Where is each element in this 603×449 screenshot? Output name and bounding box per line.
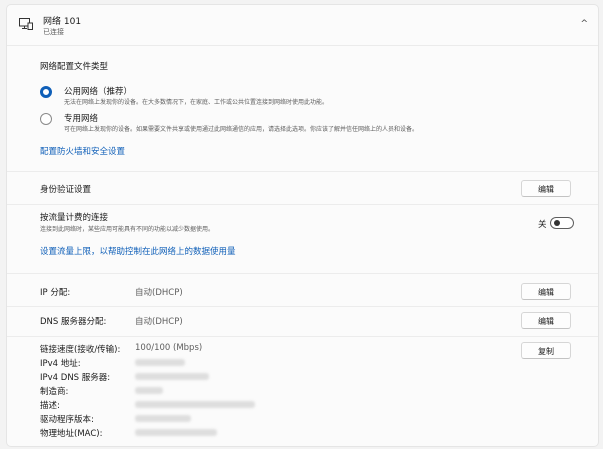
public-network-desc: 无法在网络上发现你的设备。在大多数情况下，在家庭、工作或公共位置连接到网络时使用… — [64, 99, 329, 106]
network-header[interactable]: 网络 101 已连接 ^ — [7, 5, 598, 46]
divider — [7, 336, 598, 337]
redacted-value — [135, 415, 191, 422]
redacted-value — [135, 373, 209, 380]
description-label: 描述: — [40, 401, 60, 411]
private-network-radio[interactable] — [40, 113, 52, 125]
link-speed-label: 链接速度(接收/传输): — [40, 345, 121, 355]
metered-toggle[interactable] — [550, 217, 574, 229]
redacted-value — [135, 401, 255, 408]
ipv4-address-label: IPv4 地址: — [40, 359, 81, 369]
divider — [7, 306, 598, 307]
divider — [7, 204, 598, 205]
dns-assignment-label: DNS 服务器分配: — [40, 317, 107, 327]
driver-version-label: 驱动程序版本: — [40, 415, 94, 425]
edit-dns-button[interactable]: 编辑 — [521, 312, 571, 329]
redacted-value — [135, 359, 185, 366]
auth-settings-label: 身份验证设置 — [40, 185, 92, 195]
monitor-network-icon — [19, 18, 33, 30]
metered-connection-desc: 连接到此网络时，某些应用可能具有不同的功能以减少数据使用。 — [40, 226, 215, 233]
metered-connection-label: 按流量计费的连接 — [40, 213, 109, 223]
divider — [7, 171, 598, 172]
edit-ip-button[interactable]: 编辑 — [521, 283, 571, 300]
ip-assignment-value: 自动(DHCP) — [135, 288, 183, 298]
dns-assignment-value: 自动(DHCP) — [135, 317, 183, 327]
private-network-desc: 可在网络上发现你的设备。如果需要文件共享或使用通过此网络通信的应用，请选择此选项… — [64, 126, 419, 133]
redacted-value — [135, 387, 163, 394]
manufacturer-label: 制造商: — [40, 387, 69, 397]
divider — [7, 273, 598, 274]
edit-auth-button[interactable]: 编辑 — [521, 180, 571, 197]
data-limit-link[interactable]: 设置流量上限，以帮助控制在此网络上的数据使用量 — [40, 245, 236, 257]
connection-status: 已连接 — [43, 28, 64, 36]
chevron-up-icon[interactable]: ^ — [580, 19, 588, 29]
profile-type-heading: 网络配置文件类型 — [40, 62, 109, 72]
network-name: 网络 101 — [43, 17, 82, 27]
public-network-label: 公用网络（推荐） — [64, 87, 133, 97]
metered-toggle-state: 关 — [538, 220, 547, 230]
network-properties-panel: 网络 101 已连接 ^ 网络配置文件类型 公用网络（推荐） 无法在网络上发现你… — [6, 4, 599, 447]
private-network-label: 专用网络 — [64, 114, 99, 124]
mac-address-label: 物理地址(MAC): — [40, 429, 103, 439]
copy-button[interactable]: 复制 — [521, 342, 571, 359]
link-speed-value: 100/100 (Mbps) — [135, 343, 203, 353]
ip-assignment-label: IP 分配: — [40, 288, 71, 298]
redacted-value — [135, 429, 217, 436]
toggle-knob — [554, 220, 560, 226]
ipv4-dns-label: IPv4 DNS 服务器: — [40, 373, 111, 383]
public-network-radio[interactable] — [40, 86, 52, 98]
firewall-settings-link[interactable]: 配置防火墙和安全设置 — [40, 145, 125, 157]
